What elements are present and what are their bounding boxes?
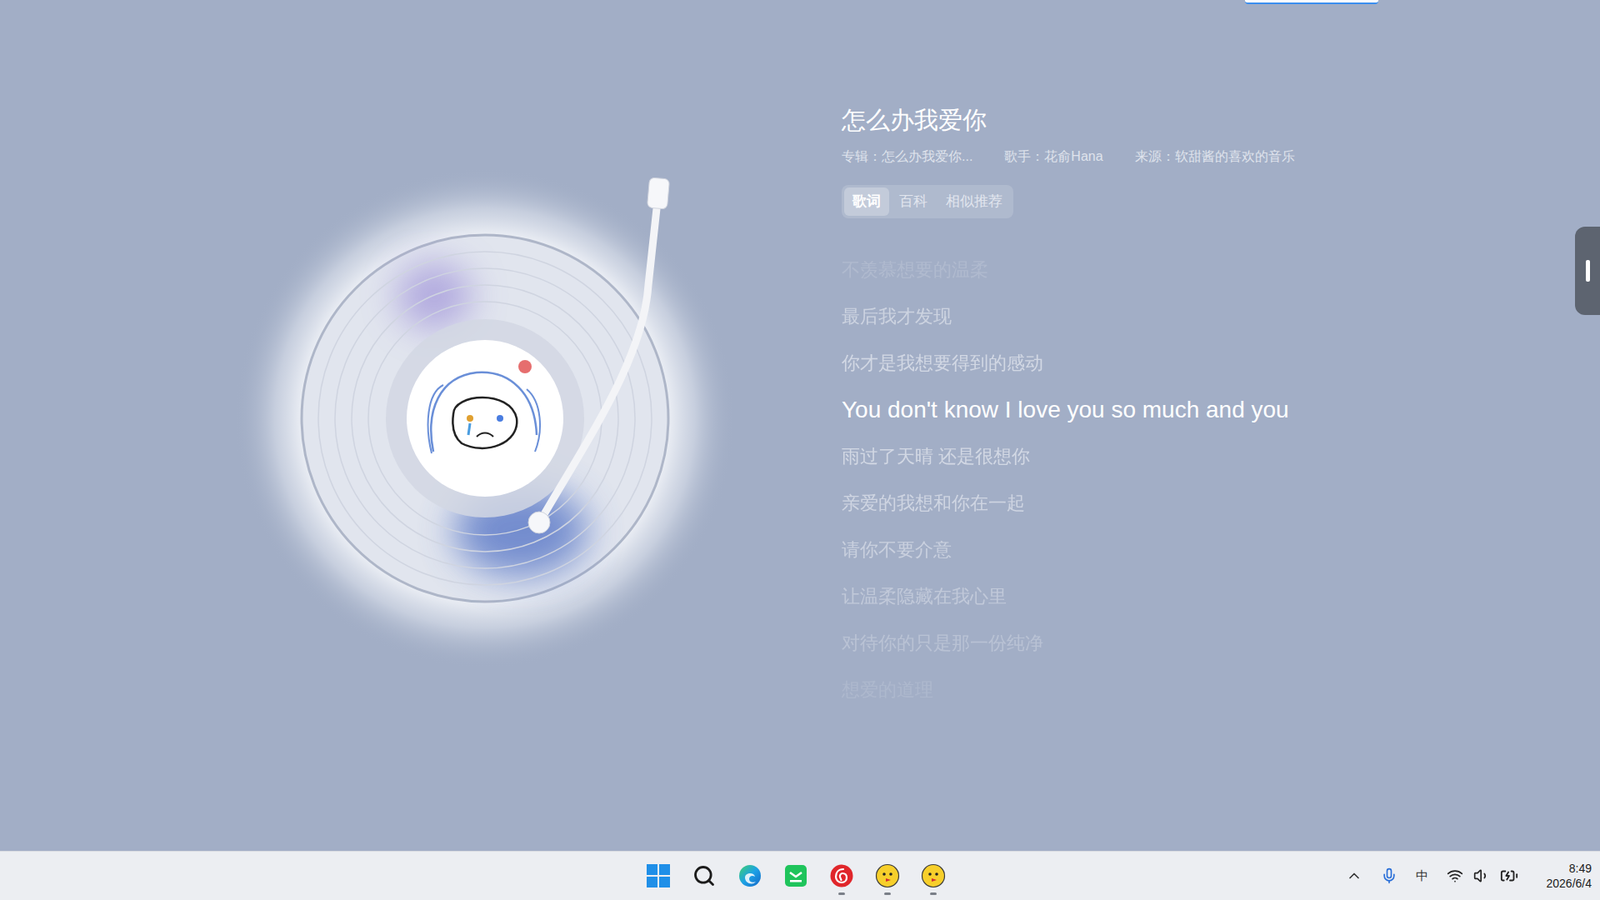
lyric-line[interactable]: 让温柔隐藏在我心里 — [841, 573, 1295, 620]
taskbar-app[interactable] — [866, 855, 909, 897]
taskbar-app[interactable] — [729, 855, 771, 897]
taskbar-apps — [637, 855, 955, 897]
search-icon — [692, 864, 716, 888]
microphone-icon[interactable] — [1380, 867, 1398, 885]
ime-indicator[interactable]: 中 — [1415, 866, 1429, 886]
running-indicator — [930, 892, 937, 895]
running-indicator — [884, 892, 891, 895]
screen: 怎么办我爱你专辑：怎么办我爱你... 歌手：花俞Hana 来源：软甜酱的喜欢的音乐歌… — [0, 0, 1600, 900]
green-app-icon — [783, 863, 809, 889]
taskbar-app[interactable] — [912, 855, 955, 897]
lyric-line-current[interactable]: You don't know I love you so much and yo… — [841, 386, 1295, 434]
player-main: 怎么办我爱你专辑：怎么办我爱你... 歌手：花俞Hana 来源：软甜酱的喜欢的音乐歌… — [0, 0, 1600, 851]
lyrics-pane: 怎么办我爱你专辑：怎么办我爱你... 歌手：花俞Hana 来源：软甜酱的喜欢的音乐歌… — [841, 0, 1295, 851]
lyric-line[interactable]: 请你不要介意 — [841, 526, 1295, 574]
top-toolbar-edge[interactable] — [1245, 0, 1379, 5]
lyric-line[interactable]: 对待你的只是那一份纯净 — [841, 620, 1295, 667]
lyric-line[interactable]: 想爱的道理 — [841, 666, 1295, 714]
lyric-line[interactable]: 亲爱的我想和你在一起 — [841, 480, 1295, 527]
clock[interactable]: 8:492026/6/4 — [1546, 860, 1593, 891]
tab[interactable]: 相似推荐 — [937, 187, 1011, 216]
disc-pane — [0, 0, 842, 851]
song-meta: 专辑：怎么办我爱你... 歌手：花俞Hana 来源：软甜酱的喜欢的音乐 — [841, 146, 1295, 167]
taskbar-app[interactable] — [683, 855, 725, 897]
windows-start-icon — [645, 863, 671, 889]
tab[interactable]: 歌词 — [844, 187, 890, 216]
yellow-app-icon — [920, 863, 946, 889]
side-panel-handle[interactable] — [1575, 226, 1600, 315]
handle-bar-icon — [1585, 260, 1590, 282]
yellow-app-icon — [875, 863, 900, 889]
clock-time: 8:49 — [1569, 860, 1592, 876]
lyric-line[interactable]: 最后我才发现 — [841, 293, 1295, 340]
lyrics-list: 不羡慕想要的温柔最后我才发现你才是我想要得到的感动You don't know … — [841, 246, 1295, 714]
taskbar-app[interactable] — [820, 855, 863, 897]
volume-icon[interactable] — [1473, 867, 1490, 885]
taskbar-app[interactable] — [637, 855, 680, 897]
edge-icon — [737, 863, 763, 889]
meta-item[interactable]: 来源：软甜酱的喜欢的音乐 — [1135, 146, 1295, 167]
chevron-up-icon[interactable] — [1345, 867, 1363, 885]
clock-date: 2026/6/4 — [1546, 875, 1593, 891]
netease-music-icon — [829, 863, 855, 889]
system-tray: 中 8:492026/6/4 — [954, 860, 1600, 891]
battery-icon[interactable] — [1500, 866, 1519, 885]
lyric-line[interactable]: 雨过了天晴 还是很想你 — [841, 433, 1295, 480]
song-title: 怎么办我爱你 — [841, 103, 1295, 137]
lyric-line[interactable]: 不羡慕想要的温柔 — [841, 246, 1295, 294]
taskbar-app[interactable] — [775, 855, 817, 897]
meta-item[interactable]: 歌手：花俞Hana — [1004, 146, 1103, 167]
lyric-line[interactable]: 你才是我想要得到的感动 — [841, 340, 1295, 387]
vinyl-record — [235, 168, 735, 669]
wifi-icon[interactable] — [1446, 867, 1464, 885]
meta-item[interactable]: 专辑：怎么办我爱你... — [841, 146, 973, 167]
running-indicator — [838, 892, 845, 895]
taskbar: 中 8:492026/6/4 — [0, 850, 1600, 900]
tab-bar: 歌词百科相似推荐 — [841, 185, 1014, 219]
tab[interactable]: 百科 — [890, 187, 936, 216]
